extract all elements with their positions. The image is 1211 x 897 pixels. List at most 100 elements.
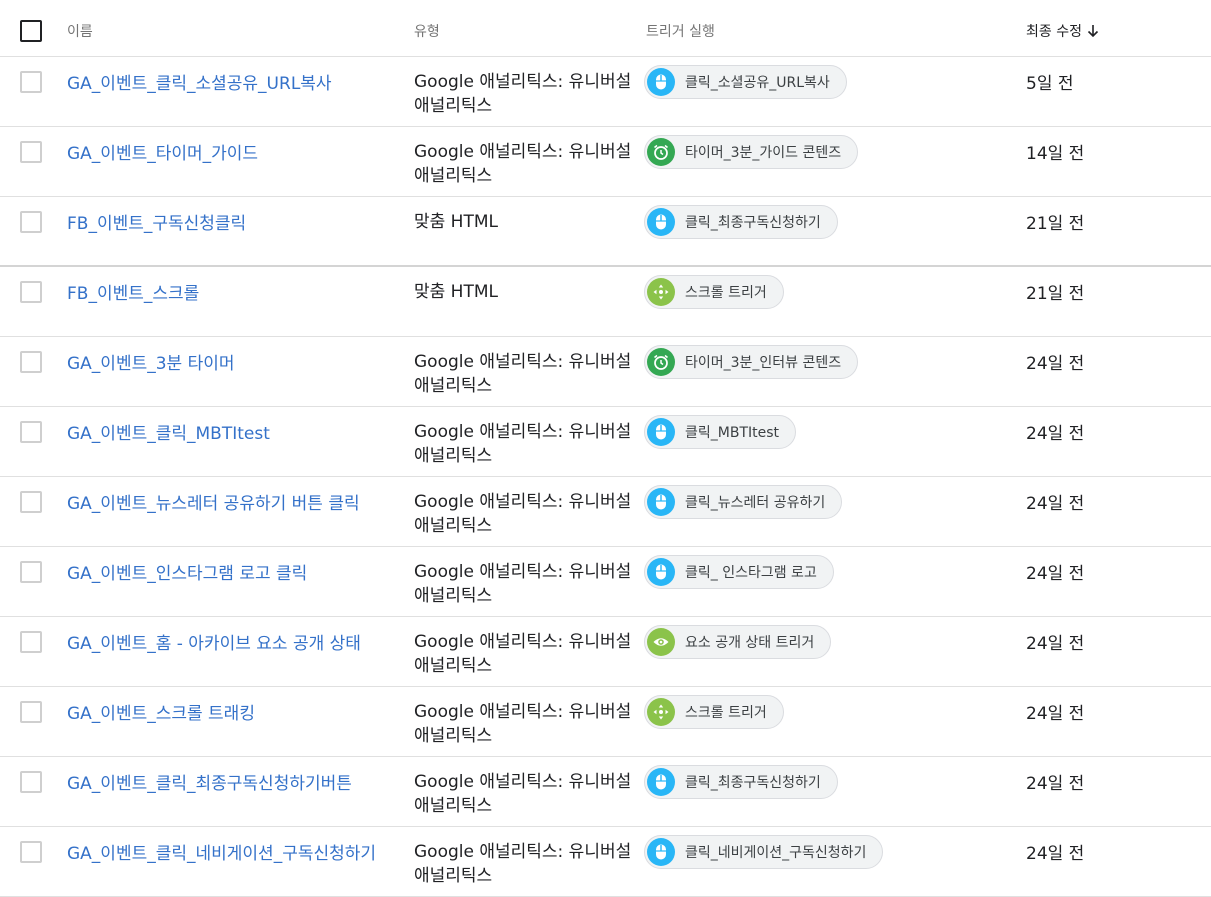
row-checkbox[interactable] [20,631,42,653]
tag-name-link[interactable]: GA_이벤트_타이머_가이드 [67,139,258,164]
timer-icon [647,138,675,166]
table-row[interactable]: GA_이벤트_클릭_최종구독신청하기버튼 Google 애널리틱스: 유니버설 애… [0,757,1211,827]
tag-type: Google 애널리틱스: 유니버설 애널리틱스 [414,632,632,676]
trigger-chip-label: 스크롤 트리거 [685,285,767,301]
tag-type: Google 애널리틱스: 유니버설 애널리틱스 [414,352,632,396]
mouse-icon [647,768,675,796]
tag-name-link[interactable]: GA_이벤트_클릭_소셜공유_URL복사 [67,69,332,94]
row-checkbox[interactable] [20,211,42,233]
table-row[interactable]: GA_이벤트_홈 - 아카이브 요소 공개 상태 Google 애널리틱스: 유니… [0,617,1211,687]
trigger-chip-label: 요소 공개 상태 트리거 [685,635,815,651]
tag-type: Google 애널리틱스: 유니버설 애널리틱스 [414,702,632,746]
trigger-chip[interactable]: 클릭_소셜공유_URL복사 [644,65,847,99]
trigger-chip-label: 클릭_소셜공유_URL복사 [685,75,830,91]
tag-type: 맞춤 HTML [414,282,498,302]
row-checkbox[interactable] [20,771,42,793]
table-header: 이름 유형 트리거 실행 최종 수정 [0,0,1211,57]
last-modified: 21일 전 [1026,214,1085,234]
row-checkbox[interactable] [20,491,42,513]
trigger-chip[interactable]: 스크롤 트리거 [644,695,784,729]
trigger-chip[interactable]: 클릭_뉴스레터 공유하기 [644,485,843,519]
tag-name-link[interactable]: GA_이벤트_3분 타이머 [67,349,235,374]
last-modified: 24일 전 [1026,354,1085,374]
mouse-icon [647,68,675,96]
trigger-chip-label: 클릭_ 인스타그램 로고 [685,565,817,581]
trigger-chip[interactable]: 타이머_3분_가이드 콘텐즈 [644,135,859,169]
table-row[interactable]: GA_이벤트_스크롤 트래킹 Google 애널리틱스: 유니버설 애널리틱스 스크… [0,687,1211,757]
sort-descending-icon [1087,25,1099,38]
last-modified: 24일 전 [1026,634,1085,654]
table-row[interactable]: GA_이벤트_클릭_MBTItest Google 애널리틱스: 유니버설 애널리… [0,407,1211,477]
table-row[interactable]: GA_이벤트_뉴스레터 공유하기 버튼 클릭 Google 애널리틱스: 유니버설… [0,477,1211,547]
eye-icon [647,628,675,656]
trigger-chip[interactable]: 요소 공개 상태 트리거 [644,625,832,659]
trigger-chip[interactable]: 클릭_ 인스타그램 로고 [644,555,834,589]
trigger-chip[interactable]: 타이머_3분_인터뷰 콘텐즈 [644,345,859,379]
table-row[interactable]: GA_이벤트_인스타그램 로고 클릭 Google 애널리틱스: 유니버설 애널리… [0,547,1211,617]
trigger-chip-label: 클릭_뉴스레터 공유하기 [685,495,826,511]
column-header-name[interactable]: 이름 [67,21,93,41]
table-row[interactable]: GA_이벤트_클릭_네비게이션_구독신청하기 Google 애널리틱스: 유니버설… [0,827,1211,897]
tag-type: Google 애널리틱스: 유니버설 애널리틱스 [414,842,632,886]
last-modified: 24일 전 [1026,424,1085,444]
row-checkbox[interactable] [20,351,42,373]
timer-icon [647,348,675,376]
trigger-chip[interactable]: 스크롤 트리거 [644,275,784,309]
tag-type: Google 애널리틱스: 유니버설 애널리틱스 [414,562,632,606]
column-header-modified[interactable]: 최종 수정 [1026,21,1100,41]
trigger-chip[interactable]: 클릭_MBTItest [644,415,797,449]
last-modified: 24일 전 [1026,844,1085,864]
tag-name-link[interactable]: GA_이벤트_홈 - 아카이브 요소 공개 상태 [67,629,361,654]
tag-type: Google 애널리틱스: 유니버설 애널리틱스 [414,422,632,466]
row-checkbox[interactable] [20,71,42,93]
tag-name-link[interactable]: GA_이벤트_클릭_MBTItest [67,419,270,444]
table-row[interactable]: FB_이벤트_스크롤 맞춤 HTML 스크롤 트리거 21일 전 [0,267,1211,337]
column-header-modified-label: 최종 수정 [1026,24,1082,40]
column-header-triggers[interactable]: 트리거 실행 [646,21,715,41]
mouse-icon [647,838,675,866]
trigger-chip-label: 클릭_최종구독신청하기 [685,775,821,791]
select-all-checkbox[interactable] [20,20,42,42]
table-row[interactable]: GA_이벤트_3분 타이머 Google 애널리틱스: 유니버설 애널리틱스 타이머… [0,337,1211,407]
scroll-icon [647,698,675,726]
tag-name-link[interactable]: GA_이벤트_인스타그램 로고 클릭 [67,559,307,584]
trigger-chip-label: 클릭_최종구독신청하기 [685,215,821,231]
column-header-type[interactable]: 유형 [414,21,440,41]
row-checkbox[interactable] [20,421,42,443]
mouse-icon [647,488,675,516]
scroll-icon [647,278,675,306]
trigger-chip[interactable]: 클릭_최종구독신청하기 [644,205,838,239]
trigger-chip-label: 타이머_3분_가이드 콘텐즈 [685,145,842,161]
tag-name-link[interactable]: GA_이벤트_스크롤 트래킹 [67,699,255,724]
table-row[interactable]: FB_이벤트_구독신청클릭 맞춤 HTML 클릭_최종구독신청하기 21일 전 [0,197,1211,267]
row-checkbox[interactable] [20,841,42,863]
tag-name-link[interactable]: GA_이벤트_클릭_네비게이션_구독신청하기 [67,839,376,864]
mouse-icon [647,418,675,446]
tag-type: Google 애널리틱스: 유니버설 애널리틱스 [414,492,632,536]
table-row[interactable]: GA_이벤트_타이머_가이드 Google 애널리틱스: 유니버설 애널리틱스 타이… [0,127,1211,197]
tag-name-link[interactable]: FB_이벤트_스크롤 [67,279,199,304]
tag-name-link[interactable]: GA_이벤트_클릭_최종구독신청하기버튼 [67,769,352,794]
row-checkbox[interactable] [20,141,42,163]
tag-type: Google 애널리틱스: 유니버설 애널리틱스 [414,142,632,186]
last-modified: 24일 전 [1026,704,1085,724]
tag-name-link[interactable]: GA_이벤트_뉴스레터 공유하기 버튼 클릭 [67,489,360,514]
last-modified: 5일 전 [1026,74,1074,94]
trigger-chip[interactable]: 클릭_최종구독신청하기 [644,765,838,799]
trigger-chip-label: 스크롤 트리거 [685,705,767,721]
trigger-chip-label: 클릭_네비게이션_구독신청하기 [685,845,867,861]
tag-type: Google 애널리틱스: 유니버설 애널리틱스 [414,772,632,816]
row-checkbox[interactable] [20,281,42,303]
last-modified: 21일 전 [1026,284,1085,304]
tag-name-link[interactable]: FB_이벤트_구독신청클릭 [67,209,246,234]
row-checkbox[interactable] [20,561,42,583]
trigger-chip[interactable]: 클릭_네비게이션_구독신청하기 [644,835,884,869]
table-row[interactable]: GA_이벤트_클릭_소셜공유_URL복사 Google 애널리틱스: 유니버설 애… [0,57,1211,127]
tag-type: 맞춤 HTML [414,212,498,232]
trigger-chip-label: 클릭_MBTItest [685,425,780,441]
last-modified: 24일 전 [1026,774,1085,794]
last-modified: 24일 전 [1026,494,1085,514]
trigger-chip-label: 타이머_3분_인터뷰 콘텐즈 [685,355,842,371]
tag-type: Google 애널리틱스: 유니버설 애널리틱스 [414,72,632,116]
row-checkbox[interactable] [20,701,42,723]
